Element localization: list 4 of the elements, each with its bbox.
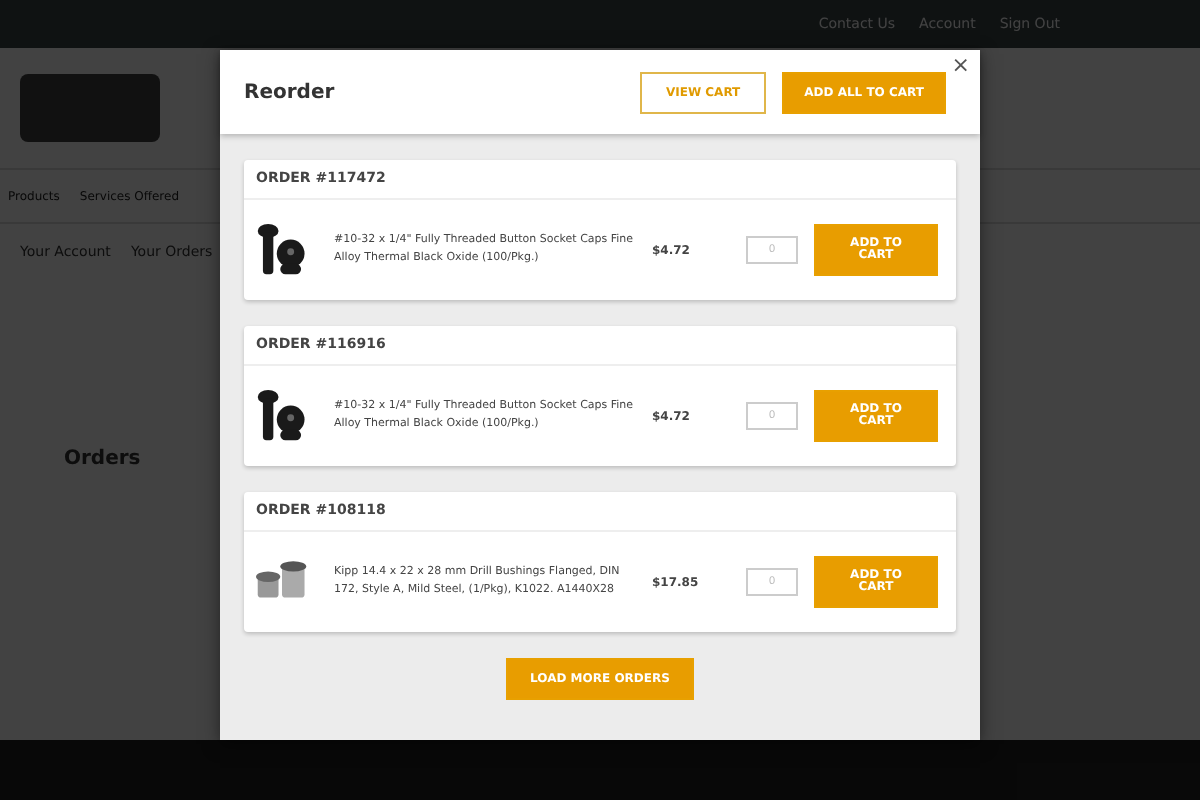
close-button[interactable]: × — [945, 54, 976, 78]
screw-icon — [256, 222, 308, 278]
dialog-title: Reorder — [244, 81, 335, 103]
screw-icon — [256, 388, 308, 444]
